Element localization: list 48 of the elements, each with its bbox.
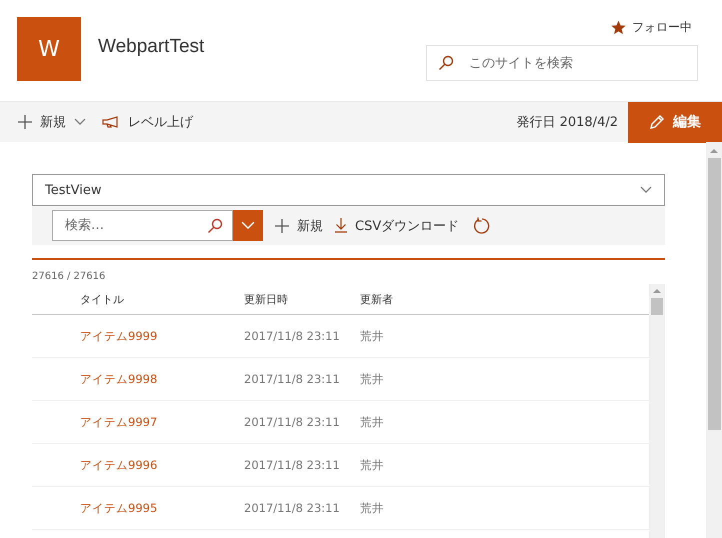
new-menu-button[interactable]: 新規 (18, 113, 86, 131)
csv-download-button[interactable]: CSVダウンロード (335, 216, 460, 234)
chevron-down-icon (74, 118, 86, 126)
editor-cell-text: 荒井 (360, 500, 385, 516)
column-header[interactable]: 更新者 (360, 292, 649, 306)
scrollbar-thumb[interactable] (651, 298, 663, 315)
plus-icon (275, 218, 289, 232)
search-icon (438, 55, 454, 71)
follow-label[interactable]: フォロー中 (632, 19, 692, 36)
page-scrollbar[interactable] (706, 142, 722, 538)
list-search-field[interactable]: 検索… (52, 210, 233, 241)
item-title-link[interactable]: アイテム9997 (80, 414, 244, 430)
published-date: 発行日 2018/4/2 (516, 114, 618, 131)
column-header[interactable]: 更新日時 (244, 292, 360, 306)
modified-cell-text: 2017/11/8 23:11 (244, 415, 341, 429)
search-icon (207, 218, 223, 234)
item-title-link[interactable]: アイテム9996 (80, 458, 244, 472)
star-icon[interactable] (611, 20, 626, 35)
list-scrollbar[interactable] (649, 284, 665, 538)
edit-button[interactable]: 編集 (628, 102, 722, 142)
modified-cell-text: 2017/11/8 23:11 (244, 329, 341, 343)
modified-cell-text: 2017/11/8 23:11 (244, 372, 341, 386)
modified-cell-text: 2017/11/8 23:11 (244, 458, 341, 472)
editor-cell-text: 荒井 (360, 414, 385, 430)
megaphone-icon (102, 116, 120, 128)
refresh-icon[interactable] (473, 216, 492, 234)
download-icon (335, 218, 347, 233)
promote-button[interactable]: レベル上げ (102, 113, 193, 131)
chevron-down-icon (241, 221, 255, 230)
column-header[interactable]: タイトル (80, 292, 244, 306)
editor-cell-text: 荒井 (360, 458, 385, 472)
chevron-down-icon (640, 186, 652, 194)
plus-icon (18, 115, 32, 129)
new-item-button[interactable]: 新規 (275, 216, 323, 234)
pencil-icon (649, 114, 665, 130)
item-title-link[interactable]: アイテム9999 (80, 328, 244, 344)
view-dropdown[interactable]: TestView (32, 174, 665, 206)
search-options-button[interactable] (233, 210, 263, 241)
site-search-field[interactable]: このサイトを検索 (426, 45, 698, 81)
scrollbar-thumb[interactable] (708, 158, 720, 430)
item-title-link[interactable]: アイテム9995 (80, 500, 244, 516)
item-count: 27616 / 27616 (32, 271, 106, 282)
editor-cell-text: 荒井 (360, 328, 385, 344)
site-logo[interactable]: W (17, 17, 81, 81)
modified-cell-text: 2017/11/8 23:11 (244, 501, 341, 515)
item-title-link[interactable]: アイテム9998 (80, 372, 244, 386)
editor-cell-text: 荒井 (360, 372, 385, 386)
site-title[interactable]: WebpartTest (98, 36, 426, 58)
